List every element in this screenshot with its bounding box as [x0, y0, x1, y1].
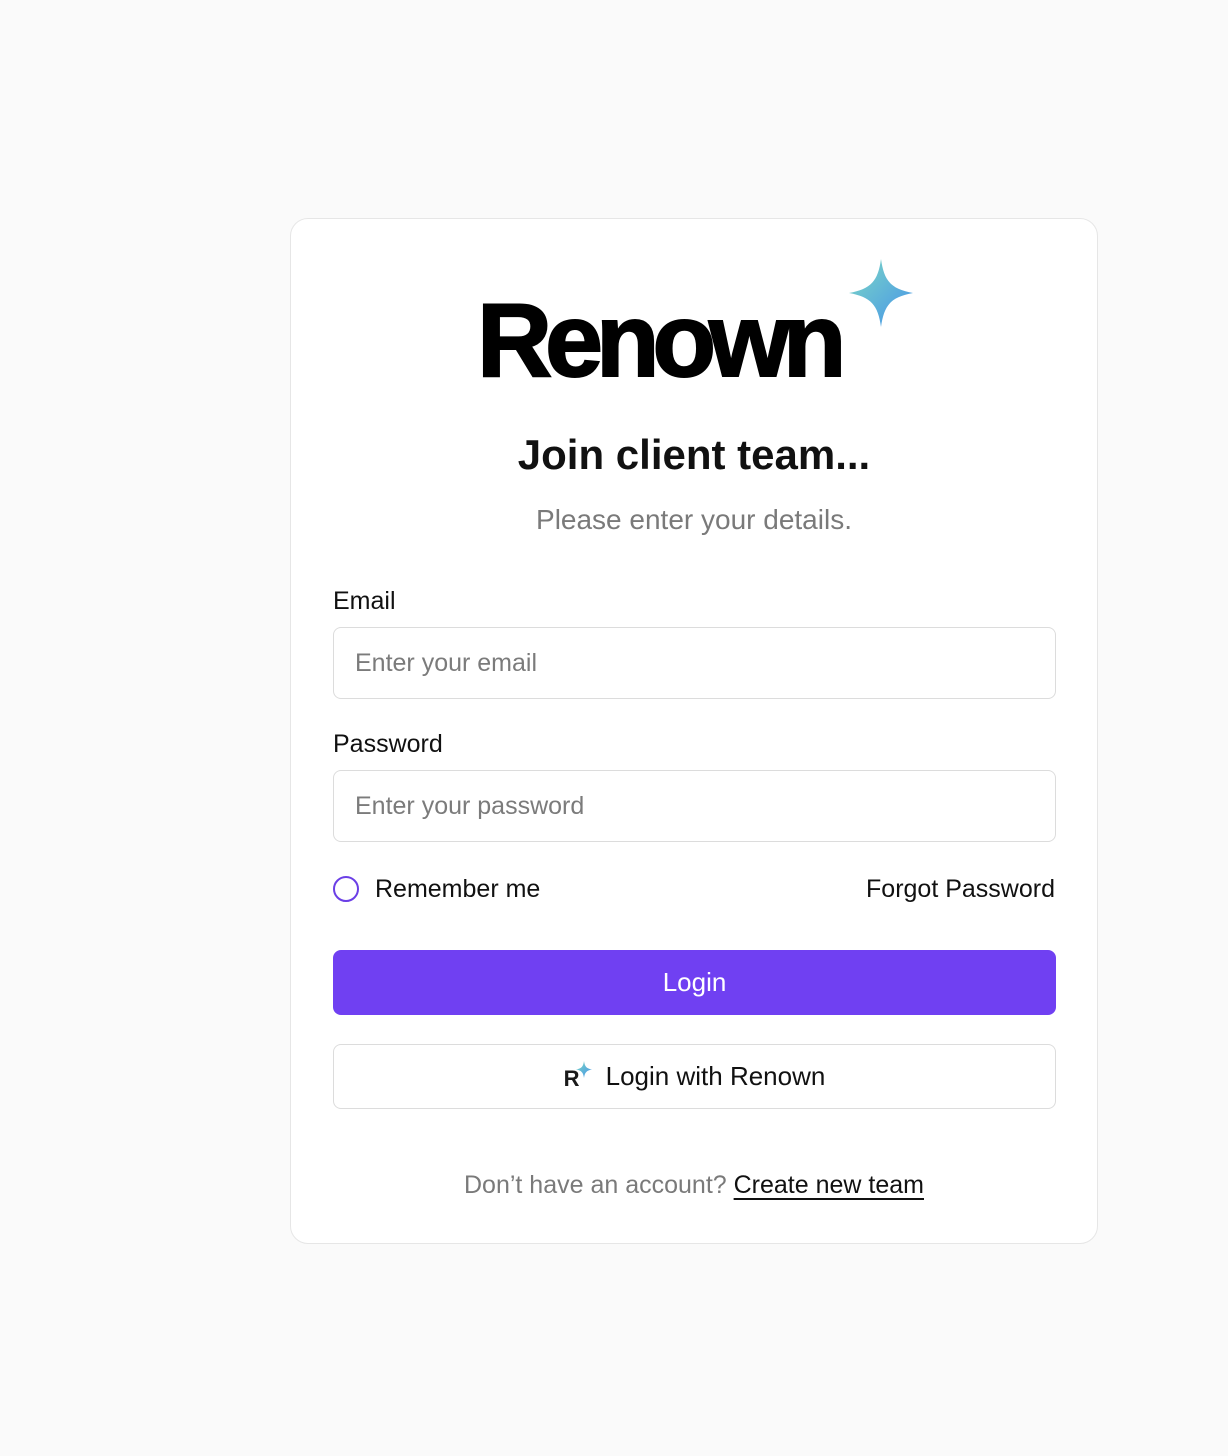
mini-sparkle-icon: [575, 1060, 592, 1078]
signup-prompt-text: Don’t have an account?: [463, 1171, 727, 1199]
email-field[interactable]: [333, 627, 1056, 699]
signup-prompt: Don’t have an account? Create new team: [291, 1169, 1097, 1201]
renown-logo: Renown: [476, 259, 917, 394]
logo-wordmark: Renown: [476, 283, 847, 399]
page-subtitle: Please enter your details.: [536, 504, 852, 535]
forgot-password-link[interactable]: Forgot Password: [866, 874, 1055, 904]
create-new-team-link[interactable]: Create new team: [734, 1171, 924, 1199]
email-label: Email: [333, 587, 396, 615]
sparkle-star-icon: [849, 259, 913, 327]
remember-me-radio[interactable]: [333, 876, 359, 902]
password-field[interactable]: [333, 770, 1056, 842]
login-button-label: Login: [662, 967, 727, 997]
password-label: Password: [333, 730, 443, 758]
login-button[interactable]: Login: [333, 950, 1056, 1015]
page-title: Join client team...: [517, 431, 871, 478]
remember-me-option[interactable]: Remember me: [333, 873, 540, 905]
login-with-renown-label: Login with Renown: [605, 1061, 826, 1091]
remember-me-label: Remember me: [375, 875, 541, 903]
renown-r-icon: R: [564, 1060, 592, 1093]
login-card: Renown Join client team... Please enter …: [290, 218, 1098, 1244]
login-with-renown-button[interactable]: R Login with Renown: [333, 1044, 1056, 1109]
